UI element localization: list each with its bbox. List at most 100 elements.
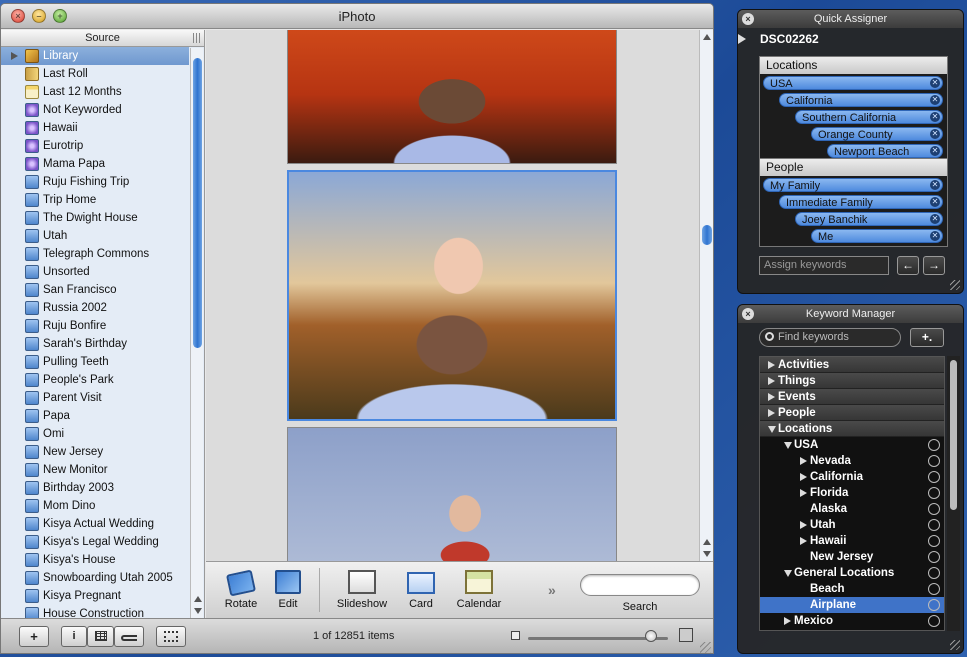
remove-keyword-icon[interactable]: ✕ (930, 78, 940, 88)
keyword-category-row[interactable]: Locations (760, 421, 944, 437)
disclosure-triangle-icon[interactable] (768, 393, 775, 401)
remove-keyword-icon[interactable]: ✕ (930, 112, 940, 122)
keyword-category-row[interactable]: Things (760, 373, 944, 389)
source-item[interactable]: Pulling Teeth (1, 353, 189, 371)
source-item[interactable]: The Dwight House (1, 209, 189, 227)
keyword-row[interactable]: Hawaii (760, 533, 944, 549)
find-keywords-input[interactable]: Find keywords (759, 328, 901, 347)
keyword-category-row[interactable]: Events (760, 389, 944, 405)
keyword-category-row[interactable]: Activities (760, 357, 944, 373)
thumbnail-size-knob[interactable] (645, 630, 657, 642)
calendar-view-button[interactable] (87, 626, 114, 647)
source-item[interactable]: Telegraph Commons (1, 245, 189, 263)
close-icon[interactable]: × (742, 13, 754, 25)
source-item[interactable]: San Francisco (1, 281, 189, 299)
close-icon[interactable]: × (742, 308, 754, 320)
assign-keyword-toggle[interactable] (928, 567, 940, 579)
source-item[interactable]: Last 12 Months (1, 83, 189, 101)
source-scrollbar[interactable] (190, 48, 203, 618)
assign-keyword-toggle[interactable] (928, 535, 940, 547)
slideshow-button[interactable]: Slideshow (333, 568, 391, 610)
assign-keyword-toggle[interactable] (928, 551, 940, 563)
fullscreen-button[interactable] (156, 626, 186, 647)
assign-keyword-toggle[interactable] (928, 599, 940, 611)
remove-keyword-icon[interactable]: ✕ (930, 180, 940, 190)
keyword-pill[interactable]: Joey Banchik ✕ (795, 212, 943, 226)
large-thumbnail-icon[interactable] (679, 628, 693, 642)
disclosure-triangle-icon[interactable] (768, 426, 776, 433)
photo-thumbnail[interactable] (287, 30, 617, 164)
disclosure-triangle-icon[interactable] (800, 473, 807, 481)
source-item[interactable]: Kisya Pregnant (1, 587, 189, 605)
assign-keyword-toggle[interactable] (928, 471, 940, 483)
keyword-category-row[interactable]: People (760, 405, 944, 421)
source-item[interactable]: Omi (1, 425, 189, 443)
scroll-up-arrow[interactable] (194, 596, 202, 602)
search-field[interactable] (580, 574, 700, 596)
source-scroll-thumb[interactable] (193, 58, 202, 348)
source-item[interactable]: Ruju Bonfire (1, 317, 189, 335)
remove-keyword-icon[interactable]: ✕ (930, 197, 940, 207)
source-item[interactable]: Hawaii (1, 119, 189, 137)
viewer-scrollbar[interactable] (699, 30, 713, 561)
assign-keyword-toggle[interactable] (928, 439, 940, 451)
keyword-row[interactable]: California (760, 469, 944, 485)
more-tools-button[interactable]: » (548, 582, 556, 598)
source-item[interactable]: New Jersey (1, 443, 189, 461)
disclosure-triangle-icon[interactable] (800, 457, 807, 465)
keyword-pill[interactable]: Newport Beach ✕ (827, 144, 943, 158)
source-item[interactable]: Utah (1, 227, 189, 245)
scroll-down-arrow[interactable] (194, 608, 202, 614)
keyword-row[interactable]: New Jersey (760, 549, 944, 565)
column-resize-grip[interactable] (193, 33, 201, 43)
keyword-pill[interactable]: My Family ✕ (763, 178, 943, 192)
keyword-row[interactable]: Mexico (760, 613, 944, 629)
assign-keyword-toggle[interactable] (928, 583, 940, 595)
photo-thumbnail-selected[interactable] (287, 170, 617, 421)
disclosure-triangle-icon[interactable] (768, 409, 775, 417)
keyword-row[interactable]: Utah (760, 517, 944, 533)
assign-keywords-input[interactable]: Assign keywords (759, 256, 889, 275)
viewer-scroll-up-top-arrow[interactable] (703, 34, 711, 40)
source-item[interactable]: Unsorted (1, 263, 189, 281)
source-item[interactable]: Last Roll (1, 65, 189, 83)
minimize-window-button[interactable]: – (32, 9, 46, 23)
keyword-row[interactable]: Airplane (760, 597, 944, 613)
small-thumbnail-icon[interactable] (511, 631, 520, 640)
disclosure-triangle-icon[interactable] (738, 34, 746, 44)
keyword-pill[interactable]: California ✕ (779, 93, 943, 107)
remove-keyword-icon[interactable]: ✕ (930, 146, 940, 156)
edit-button[interactable]: Edit (270, 568, 306, 610)
source-item[interactable]: House Construction (1, 605, 189, 618)
viewer-scroll-down-arrow[interactable] (703, 551, 711, 557)
source-item[interactable]: Ruju Fishing Trip (1, 173, 189, 191)
keyword-scroll-thumb[interactable] (950, 360, 957, 510)
source-item[interactable]: New Monitor (1, 461, 189, 479)
source-item[interactable]: Birthday 2003 (1, 479, 189, 497)
rotate-button[interactable]: Rotate (218, 568, 264, 610)
keyword-pill[interactable]: USA ✕ (763, 76, 943, 90)
next-photo-button[interactable]: → (923, 256, 945, 275)
source-item[interactable]: Parent Visit (1, 389, 189, 407)
source-item[interactable]: Sarah's Birthday (1, 335, 189, 353)
keyword-row[interactable]: Beach (760, 581, 944, 597)
card-button[interactable]: Card (403, 568, 439, 610)
keyword-row[interactable]: Alaska (760, 501, 944, 517)
remove-keyword-icon[interactable]: ✕ (930, 129, 940, 139)
keyword-row[interactable]: USA (760, 437, 944, 453)
remove-keyword-icon[interactable]: ✕ (930, 214, 940, 224)
info-button[interactable]: i (61, 626, 87, 647)
keyword-scrollbar[interactable] (947, 356, 960, 631)
source-item[interactable]: Kisya's Legal Wedding (1, 533, 189, 551)
window-resize-grip[interactable] (700, 642, 711, 653)
disclosure-triangle-icon[interactable] (11, 52, 18, 60)
source-item[interactable]: Not Keyworded (1, 101, 189, 119)
assign-keyword-toggle[interactable] (928, 615, 940, 627)
viewer-scroll-up-arrow[interactable] (703, 539, 711, 545)
panel-resize-grip[interactable] (950, 280, 960, 290)
disclosure-triangle-icon[interactable] (768, 377, 775, 385)
source-item[interactable]: Russia 2002 (1, 299, 189, 317)
disclosure-triangle-icon[interactable] (768, 361, 775, 369)
keyword-pill[interactable]: Me ✕ (811, 229, 943, 243)
keyword-row[interactable]: Florida (760, 485, 944, 501)
